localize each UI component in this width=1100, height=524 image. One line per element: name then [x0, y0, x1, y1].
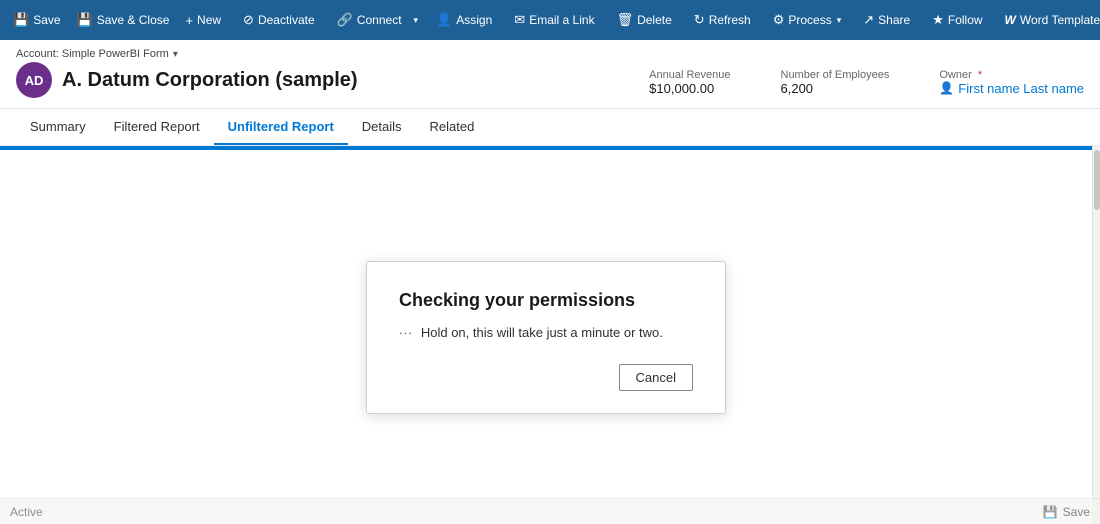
modal-actions: Cancel — [399, 364, 693, 391]
tab-details[interactable]: Details — [348, 109, 416, 145]
follow-button[interactable]: ★ Follow — [925, 8, 989, 32]
email-link-button[interactable]: ✉ Email a Link — [507, 8, 601, 32]
share-icon: ↗ — [863, 12, 874, 28]
tabs-bar: Summary Filtered Report Unfiltered Repor… — [0, 109, 1100, 146]
vertical-scrollbar[interactable] — [1092, 146, 1100, 524]
new-button[interactable]: + New — [178, 9, 228, 32]
save-close-icon: 💾 — [77, 12, 93, 28]
modal-title: Checking your permissions — [399, 290, 693, 311]
save-icon: 💾 — [13, 12, 29, 28]
word-icon: W — [1005, 13, 1016, 27]
modal-message: ∙∙∙ Hold on, this will take just a minut… — [399, 325, 693, 340]
tab-unfiltered-report[interactable]: Unfiltered Report — [214, 109, 348, 145]
record-header: Account: Simple PowerBI Form ▾ AD A. Dat… — [0, 40, 1100, 109]
save-close-button[interactable]: 💾 Save & Close — [70, 8, 177, 32]
connect-button[interactable]: 🔗 Connect — [330, 8, 409, 32]
required-indicator: * — [978, 69, 982, 81]
connect-icon: 🔗 — [337, 12, 353, 28]
cancel-button[interactable]: Cancel — [619, 364, 693, 391]
owner-field: Owner * 👤 First name Last name — [939, 69, 1084, 96]
record-fields: Annual Revenue $10,000.00 Number of Empl… — [649, 65, 1084, 96]
owner-value-link[interactable]: 👤 First name Last name — [939, 81, 1084, 96]
connect-caret[interactable]: ▾ — [411, 11, 422, 30]
refresh-icon: ↻ — [694, 12, 705, 28]
delete-button[interactable]: 🗑 Delete — [610, 8, 679, 32]
delete-icon: 🗑 — [617, 12, 634, 28]
form-label-text: Account: Simple PowerBI Form — [16, 48, 169, 60]
annual-revenue-field: Annual Revenue $10,000.00 — [649, 69, 730, 96]
modal-overlay: Checking your permissions ∙∙∙ Hold on, t… — [0, 150, 1092, 524]
assign-button[interactable]: 👤 Assign — [429, 8, 499, 32]
scrollbar-thumb[interactable] — [1094, 150, 1100, 210]
record-title: A. Datum Corporation (sample) — [62, 69, 358, 92]
tab-filtered-report[interactable]: Filtered Report — [100, 109, 214, 145]
form-label-caret[interactable]: ▾ — [173, 49, 178, 60]
save-button[interactable]: 💾 Save — [6, 8, 68, 32]
email-icon: ✉ — [514, 12, 525, 28]
avatar: AD — [16, 62, 52, 98]
word-templates-button[interactable]: W Word Templates ▾ — [998, 9, 1100, 31]
process-button[interactable]: ⚙ Process ▾ — [766, 8, 849, 32]
assign-icon: 👤 — [436, 12, 452, 28]
toolbar: 💾 Save 💾 Save & Close + New ⊘ Deactivate… — [0, 0, 1100, 40]
employees-field: Number of Employees 6,200 — [781, 69, 890, 96]
share-button[interactable]: ↗ Share — [856, 8, 917, 32]
modal-dialog: Checking your permissions ∙∙∙ Hold on, t… — [366, 261, 726, 414]
refresh-button[interactable]: ↻ Refresh — [687, 8, 758, 32]
spinner-icon: ∙∙∙ — [399, 325, 413, 340]
content-area: Checking your permissions ∙∙∙ Hold on, t… — [0, 150, 1092, 524]
person-icon: 👤 — [939, 81, 954, 95]
star-icon: ★ — [932, 12, 944, 28]
deactivate-button[interactable]: ⊘ Deactivate — [236, 8, 322, 32]
deactivate-icon: ⊘ — [243, 12, 254, 28]
process-icon: ⚙ — [773, 12, 785, 28]
tab-related[interactable]: Related — [416, 109, 489, 145]
tab-summary[interactable]: Summary — [16, 109, 100, 145]
new-icon: + — [185, 13, 193, 28]
